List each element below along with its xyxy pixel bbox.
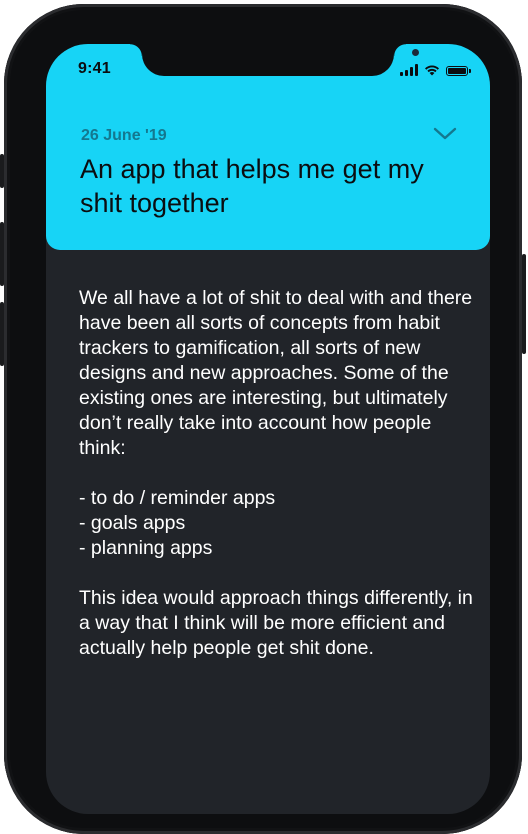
note-outro: This idea would approach things differen… — [79, 587, 473, 659]
phone-frame: 9:41 26 June '19 An app that helps me ge… — [0, 4, 526, 834]
camera — [412, 49, 419, 56]
mute-switch — [0, 154, 4, 188]
volume-down-button — [0, 302, 4, 366]
list-item: - to do / reminder apps — [79, 487, 276, 509]
list-item: - planning apps — [79, 537, 213, 559]
screen: 9:41 26 June '19 An app that helps me ge… — [46, 44, 490, 814]
cellular-signal-icon — [400, 64, 418, 76]
power-button — [522, 254, 526, 354]
note-intro: We all have a lot of shit to deal with a… — [79, 287, 473, 459]
note-title: An app that helps me get my shit togethe… — [80, 154, 424, 218]
battery-icon — [446, 66, 471, 76]
list-item: - goals apps — [79, 512, 186, 534]
note-date: 26 June '19 — [81, 127, 167, 144]
notch — [130, 44, 419, 76]
note-body[interactable]: We all have a lot of shit to deal with a… — [79, 286, 474, 661]
chevron-down-icon[interactable] — [432, 126, 458, 142]
status-icons — [400, 62, 471, 76]
status-time: 9:41 — [78, 60, 111, 77]
wifi-icon — [425, 65, 439, 76]
volume-up-button — [0, 222, 4, 286]
